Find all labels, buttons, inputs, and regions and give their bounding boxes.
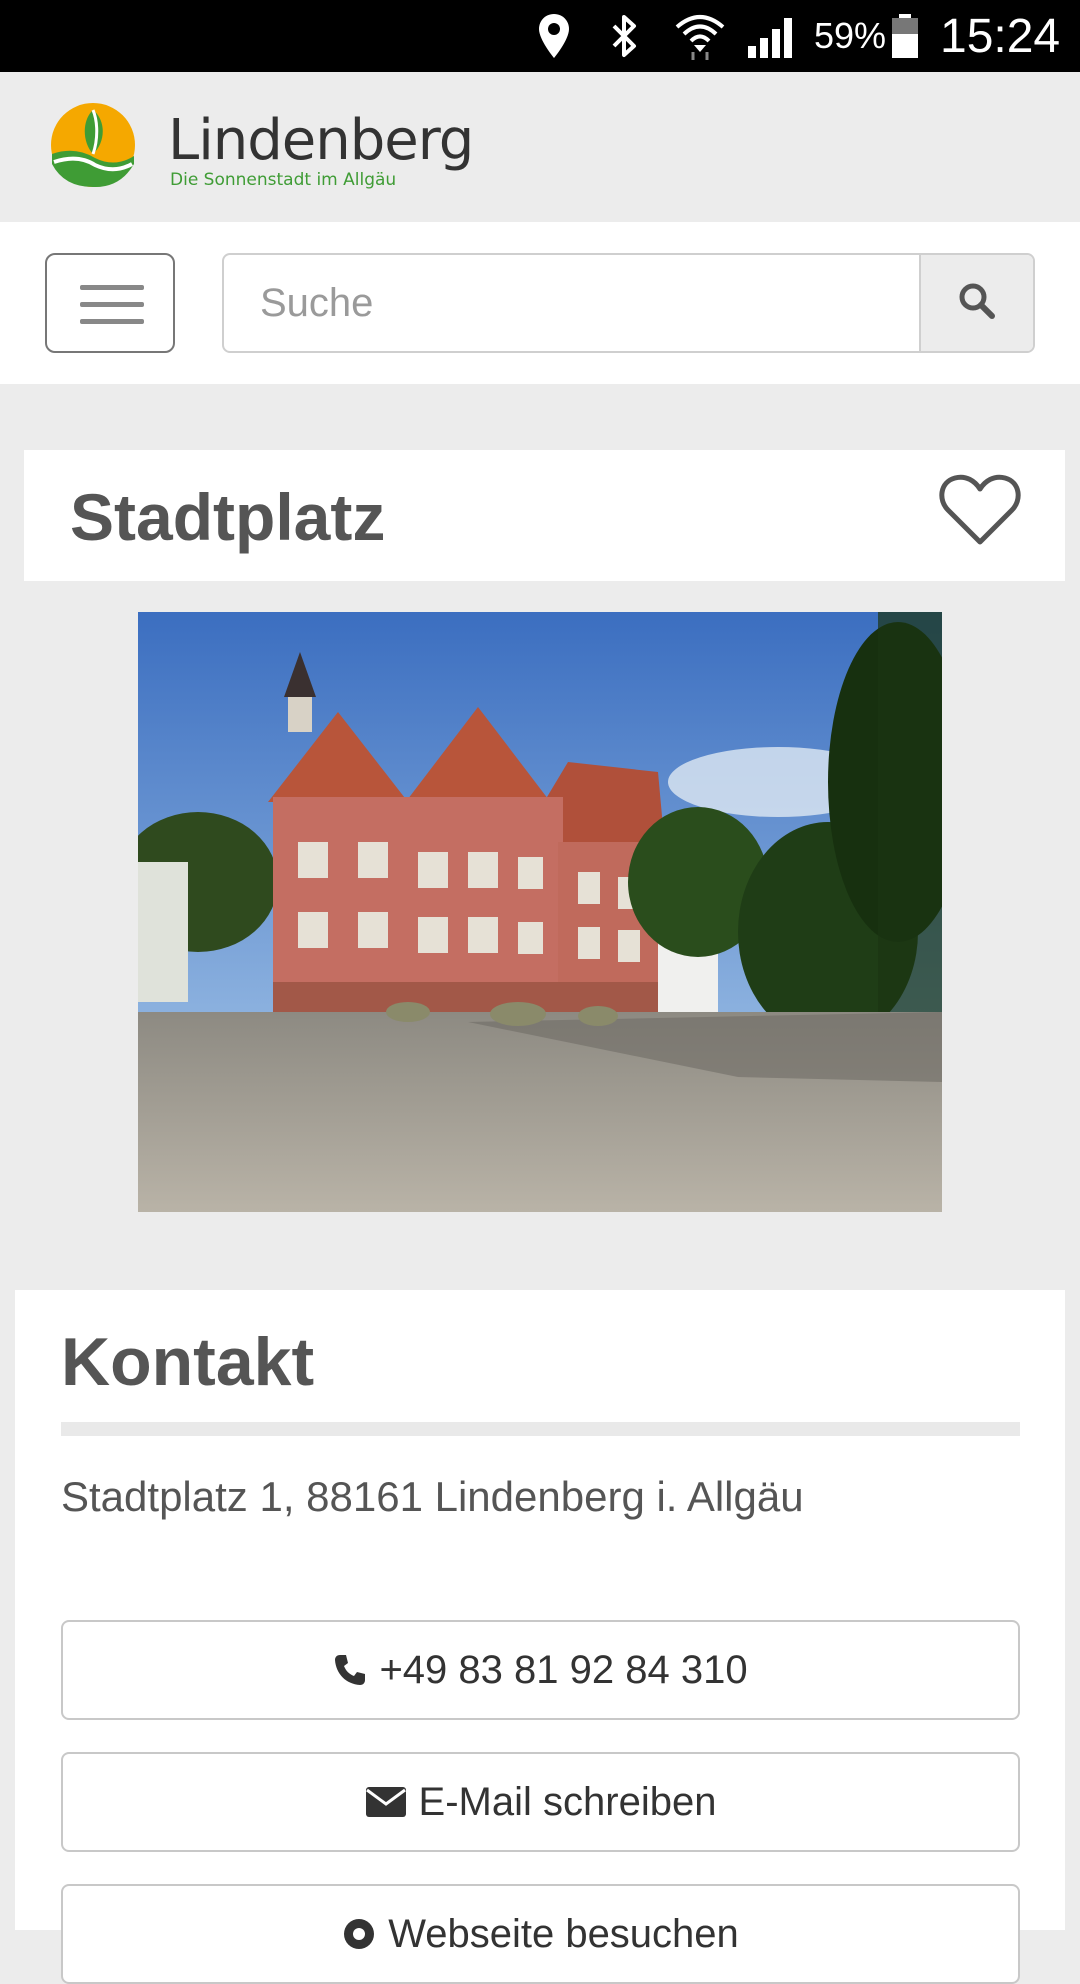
visit-website-button[interactable]: Webseite besuchen [61,1884,1020,1984]
contact-card: Kontakt Stadtplatz 1, 88161 Lindenberg i… [15,1290,1065,1984]
clock: 15:24 [940,9,1061,63]
phone-icon [333,1653,367,1687]
bluetooth-icon [608,0,640,72]
brand-header: Lindenberg Die Sonnenstadt im Allgäu [0,72,1080,222]
signal-icon [746,0,798,72]
brand-name: Lindenberg [168,108,474,173]
website-label: Webseite besuchen [388,1911,739,1956]
page-title: Stadtplatz [70,480,386,554]
favorite-button[interactable] [938,472,1022,548]
globe-icon [342,1917,376,1951]
location-icon [536,0,572,72]
contact-heading: Kontakt [61,1324,315,1400]
navigation-bar [0,222,1080,384]
search-input[interactable] [224,255,920,351]
search-button[interactable] [919,255,1033,351]
search-form [222,253,1035,353]
call-phone-button[interactable]: +49 83 81 92 84 310 [61,1620,1020,1720]
brand-tagline: Die Sonnenstadt im Allgäu [170,170,397,190]
battery-percent: 59% [814,15,887,56]
write-email-button[interactable]: E-Mail schreiben [61,1752,1020,1852]
phone-number: +49 83 81 92 84 310 [379,1647,748,1692]
search-icon [957,281,997,326]
place-title-card: Stadtplatz [24,450,1065,581]
address-text: Stadtplatz 1, 88161 Lindenberg i. Allgäu [61,1473,804,1520]
place-photo [138,612,942,1212]
menu-toggle-button[interactable] [45,253,175,353]
status-bar: 59% 15:24 [0,0,1080,72]
battery-icon [890,0,920,72]
envelope-icon [365,1786,407,1818]
divider [61,1422,1020,1436]
heart-outline-icon [938,474,1022,552]
lindenberg-logo-icon[interactable] [50,102,136,188]
wifi-icon [674,0,726,72]
email-label: E-Mail schreiben [418,1779,717,1824]
